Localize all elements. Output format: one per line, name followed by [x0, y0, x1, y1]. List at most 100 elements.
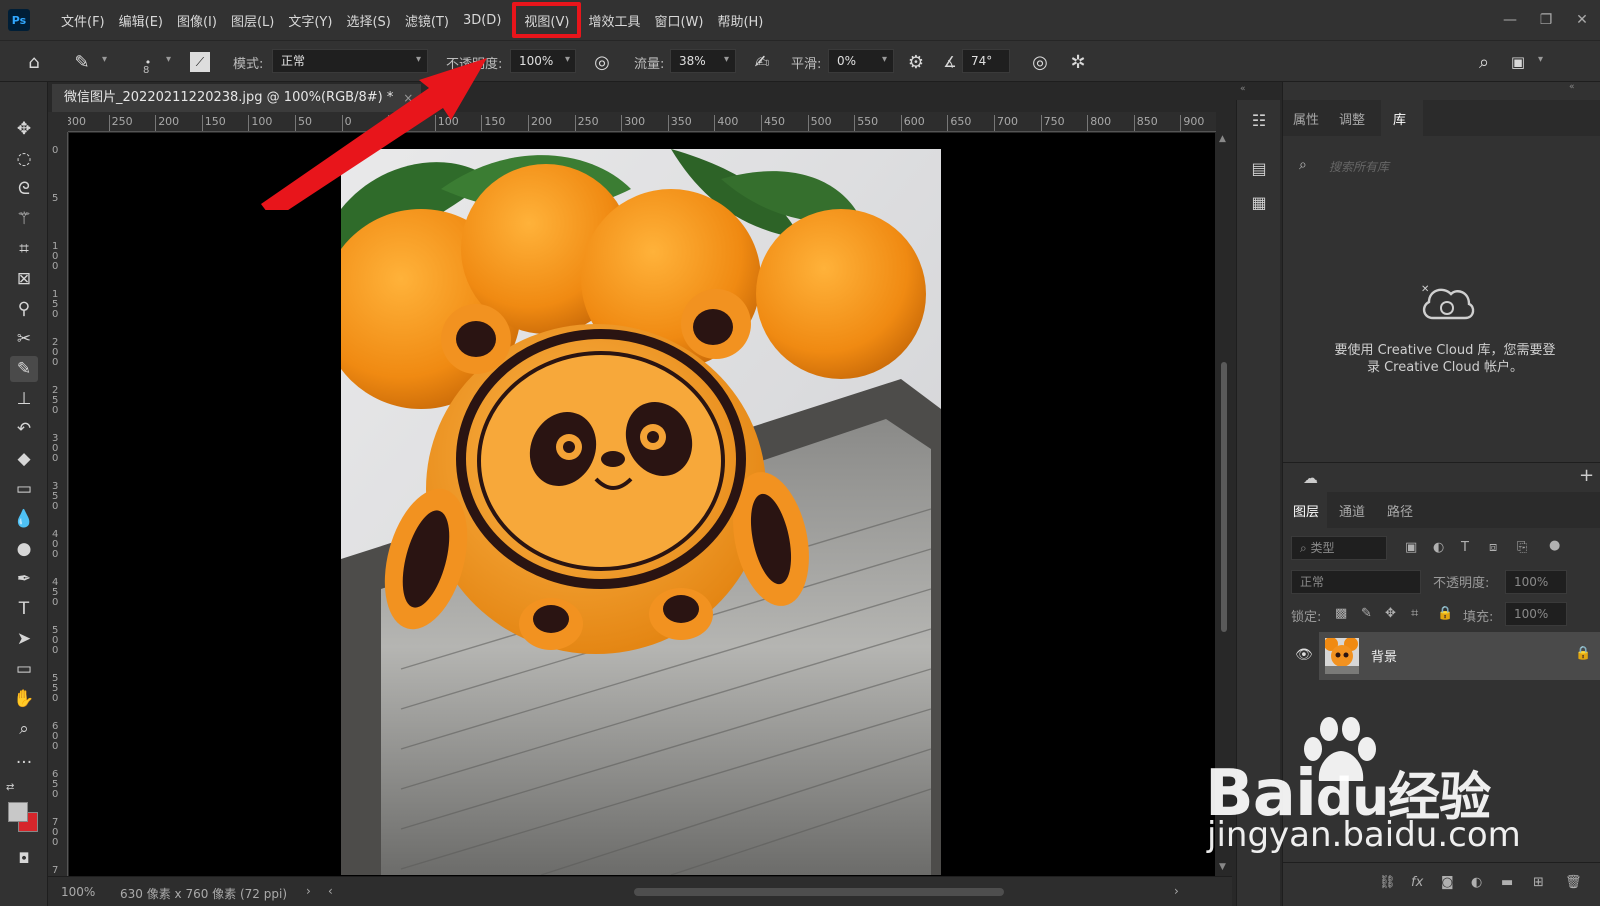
library-search[interactable]: ⌕ 搜索所有库	[1293, 152, 1593, 182]
menu-filter[interactable]: 滤镜(T)	[398, 0, 456, 40]
magic-wand-tool-icon[interactable]: ⚚	[10, 206, 38, 232]
chevron-down-icon[interactable]: ▾	[102, 54, 107, 65]
notes-icon[interactable]: ▦	[1247, 190, 1271, 214]
lock-all-icon[interactable]: 🔒	[1437, 606, 1453, 621]
scroll-right-icon[interactable]: ›	[1174, 884, 1179, 898]
search-icon[interactable]: ⌕	[1472, 50, 1496, 74]
symmetry-icon[interactable]: ✲	[1066, 50, 1090, 74]
collapse-panel-icon[interactable]: «	[1569, 82, 1575, 92]
menu-image[interactable]: 图像(I)	[170, 0, 224, 40]
stamp-tool-icon[interactable]: ⊥	[10, 386, 38, 412]
path-selection-tool-icon[interactable]: ➤	[10, 626, 38, 652]
zoom-tool-icon[interactable]: ⌕	[10, 716, 38, 742]
fx-icon[interactable]: fx	[1411, 875, 1423, 890]
home-icon[interactable]: ⌂	[22, 50, 46, 74]
chevron-right-icon[interactable]: ›	[306, 884, 311, 898]
pen-tool-icon[interactable]: ✒	[10, 566, 38, 592]
crop-tool-icon[interactable]: ⌗	[10, 236, 38, 262]
chevron-down-icon[interactable]: ▾	[166, 54, 171, 65]
menu-type[interactable]: 文字(Y)	[281, 0, 339, 40]
menu-view[interactable]: 视图(V)	[512, 0, 582, 40]
angle-field[interactable]: 74°	[962, 49, 1010, 73]
history-brush-tool-icon[interactable]: ↶	[10, 416, 38, 442]
scroll-left-icon[interactable]: ‹	[328, 884, 333, 898]
trash-icon[interactable]: 🗑	[1565, 875, 1582, 890]
scroll-up-icon[interactable]: ▲	[1219, 134, 1226, 144]
tab-libraries[interactable]: 库	[1393, 109, 1406, 128]
learn-icon[interactable]: ☷	[1247, 108, 1271, 132]
minimize-button[interactable]: —	[1492, 12, 1528, 28]
chevron-down-icon[interactable]: ▾	[724, 54, 729, 65]
collapse-panels-icon[interactable]: «	[1240, 84, 1246, 94]
menu-3d[interactable]: 3D(D)	[456, 0, 508, 40]
filter-toggle-icon[interactable]: ●	[1549, 538, 1560, 553]
blend-mode-select[interactable]: 正常	[1291, 570, 1421, 594]
fill-field[interactable]: 100%	[1505, 602, 1567, 626]
pressure-opacity-icon[interactable]: ◎	[590, 50, 614, 74]
restore-button[interactable]: ❐	[1528, 12, 1564, 28]
brush-tool-icon[interactable]: ✎	[10, 356, 38, 382]
menu-select[interactable]: 选择(S)	[339, 0, 397, 40]
adjustment-filter-icon[interactable]: ◐	[1433, 540, 1444, 555]
marquee-tool-icon[interactable]: ◌	[10, 146, 38, 172]
eye-icon[interactable]: 👁	[1295, 647, 1313, 663]
new-group-icon[interactable]: ▬	[1501, 875, 1513, 890]
menu-plugins[interactable]: 增效工具	[581, 0, 647, 40]
link-layers-icon[interactable]: ⛓	[1379, 875, 1396, 890]
lock-artboard-icon[interactable]: ⌗	[1411, 606, 1418, 621]
chevron-down-icon[interactable]: ▾	[565, 54, 570, 65]
tab-layers[interactable]: 图层	[1293, 501, 1319, 520]
type-tool-icon[interactable]: T	[10, 596, 38, 622]
brush-tool-icon[interactable]: ✎	[70, 50, 94, 74]
zoom-level[interactable]: 100%	[61, 885, 95, 899]
menu-help[interactable]: 帮助(H)	[710, 0, 770, 40]
brush-settings-icon[interactable]: ⟋	[190, 52, 210, 72]
lock-pixels-icon[interactable]: ✎	[1361, 606, 1372, 621]
blur-tool-icon[interactable]: 💧	[10, 506, 38, 532]
rectangle-tool-icon[interactable]: ▭	[10, 656, 38, 682]
shape-filter-icon[interactable]: ⧈	[1489, 540, 1497, 555]
add-icon[interactable]: +	[1579, 465, 1594, 486]
tab-properties[interactable]: 属性	[1293, 109, 1319, 128]
cloud-sync-icon[interactable]: ☁	[1303, 469, 1318, 487]
swap-colors-icon[interactable]: ⇄	[6, 782, 14, 793]
horizontal-scrollbar-thumb[interactable]	[634, 888, 1004, 896]
vertical-scrollbar-thumb[interactable]	[1221, 362, 1227, 632]
foreground-color-swatch[interactable]	[8, 802, 28, 822]
chevron-down-icon[interactable]: ▾	[1538, 54, 1543, 65]
menu-layer[interactable]: 图层(L)	[224, 0, 281, 40]
eraser-tool-icon[interactable]: ◆	[10, 446, 38, 472]
chevron-down-icon[interactable]: ▾	[882, 54, 887, 65]
healing-tool-icon[interactable]: ✂	[10, 326, 38, 352]
pressure-size-icon[interactable]: ◎	[1028, 50, 1052, 74]
gear-icon[interactable]: ⚙	[904, 50, 928, 74]
tab-paths[interactable]: 路径	[1387, 501, 1413, 520]
frame-tool-icon[interactable]: ⊠	[10, 266, 38, 292]
lock-position-icon[interactable]: ✥	[1385, 606, 1396, 621]
type-filter-icon[interactable]: T	[1461, 540, 1469, 555]
menu-edit[interactable]: 编辑(E)	[112, 0, 170, 40]
gradient-tool-icon[interactable]: ▭	[10, 476, 38, 502]
workspace-icon[interactable]: ▣	[1506, 50, 1530, 74]
airbrush-icon[interactable]: ✍	[750, 50, 774, 74]
tab-channels[interactable]: 通道	[1339, 501, 1365, 520]
more-tools-icon[interactable]: ···	[10, 750, 38, 776]
lasso-tool-icon[interactable]: ᘓ	[10, 176, 38, 202]
document-image[interactable]	[341, 149, 941, 875]
smart-object-filter-icon[interactable]: ⎘	[1517, 540, 1527, 555]
menu-file[interactable]: 文件(F)	[54, 0, 112, 40]
move-tool-icon[interactable]: ✥	[10, 116, 38, 142]
new-layer-icon[interactable]: ⊞	[1533, 875, 1544, 890]
dodge-tool-icon[interactable]: ●	[10, 536, 38, 562]
layer-name[interactable]: 背景	[1371, 646, 1397, 665]
tab-adjustments[interactable]: 调整	[1339, 109, 1365, 128]
layer-opacity-field[interactable]: 100%	[1505, 570, 1567, 594]
lock-transparency-icon[interactable]: ▩	[1335, 606, 1347, 621]
image-filter-icon[interactable]: ▣	[1405, 540, 1417, 555]
quick-mask-icon[interactable]: ◘	[10, 846, 38, 872]
close-button[interactable]: ✕	[1564, 12, 1600, 28]
add-mask-icon[interactable]: ◙	[1441, 875, 1454, 890]
libraries-icon[interactable]: ▤	[1247, 156, 1271, 180]
adjustment-layer-icon[interactable]: ◐	[1471, 875, 1482, 890]
menu-window[interactable]: 窗口(W)	[647, 0, 710, 40]
